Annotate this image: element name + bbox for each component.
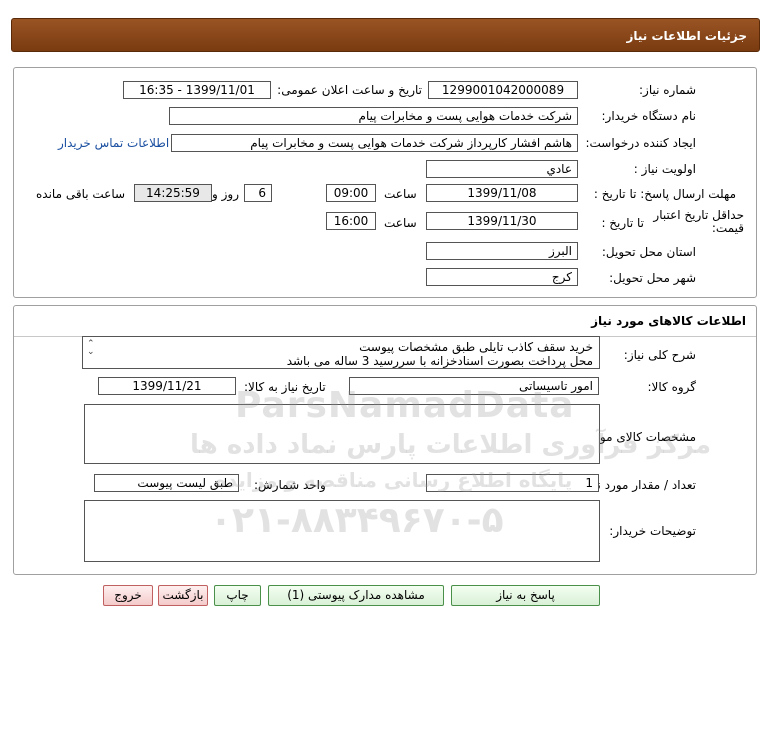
deadline-time-field: 09:00 [326,184,376,202]
days-suffix: روز و [212,187,239,201]
requester-label: ایجاد کننده درخواست: [585,136,696,150]
qty-field: 1 [426,474,599,492]
contact-buyer-link[interactable]: اطلاعات تماس خریدار [58,136,169,150]
need-info-panel: شماره نیاز: 1299001042000089 تاریخ و ساع… [13,67,757,298]
page-header: جزئیات اطلاعات نیاز [11,18,760,52]
unit-field: طبق لیست پیوست [94,474,239,492]
specs-textarea[interactable] [84,404,600,464]
print-button[interactable]: چاپ [214,585,261,606]
goods-section-title: اطلاعات کالاهای مورد نیاز [591,314,746,328]
remaining-label: ساعت باقی مانده [36,187,126,201]
buyer-org-label: نام دستگاه خریدار: [601,109,697,123]
group-label: گروه کالا: [647,380,697,394]
buyer-org-field: شرکت خدمات هوایی پست و مخابرات پیام [169,107,578,125]
deadline-date-field: 1399/11/08 [426,184,578,202]
deadline-label: مهلت ارسال پاسخ: تا تاریخ : [593,187,736,201]
validity-label: حداقل تاریخ اعتبار قیمت: [653,208,744,235]
need-number-label: شماره نیاز: [639,83,696,97]
attachments-button[interactable]: مشاهده مدارک پیوستی (1) [268,585,444,606]
summary-line-1: خرید سقف کاذب تایلی طبق مشخصات پیوست [359,340,593,354]
remaining-time-field: 14:25:59 [134,184,212,202]
goods-panel: اطلاعات کالاهای مورد نیاز شرح کلی نیاز: … [13,305,757,575]
back-button[interactable]: بازگشت [158,585,208,606]
validity-to-label: تا تاریخ : [601,216,644,230]
requester-field: هاشم افشار کارپرداز شرکت خدمات هوایی پست… [171,134,578,152]
city-label: شهر محل تحویل: [609,271,696,285]
province-label: استان محل تحویل: [601,245,696,259]
city-field: کرج [426,268,578,286]
priority-label: اولویت نیاز : [633,162,696,176]
need-date-field: 1399/11/21 [98,377,236,395]
validity-time-label: ساعت [384,216,417,230]
page-title: جزئیات اطلاعات نیاز [626,29,747,43]
summary-line-2: محل پرداخت بصورت اسنادخزانه با سررسید 3 … [286,354,593,368]
resize-icon: ⌃ ⌄ [87,339,95,357]
province-field: البرز [426,242,578,260]
buyer-notes-label: توضیحات خریدار: [609,524,696,538]
group-field: امور تاسیساتی [349,377,599,395]
summary-textarea[interactable]: خرید سقف کاذب تایلی طبق مشخصات پیوست محل… [82,336,600,369]
validity-time-field: 16:00 [326,212,376,230]
exit-button[interactable]: خروج [103,585,153,606]
announce-field: 1399/11/01 - 16:35 [123,81,271,99]
reply-button[interactable]: پاسخ به نیاز [451,585,600,606]
buyer-notes-textarea[interactable] [84,500,600,562]
validity-date-field: 1399/11/30 [426,212,578,230]
summary-label: شرح کلی نیاز: [623,348,696,362]
need-date-label: تاریخ نیاز به کالا: [244,380,326,394]
need-number-field: 1299001042000089 [428,81,578,99]
announce-label: تاریخ و ساعت اعلان عمومی: [277,83,422,97]
unit-label: واحد شمارش: [254,478,326,492]
days-field: 6 [244,184,272,202]
priority-field: عادي [426,160,578,178]
deadline-time-label: ساعت [384,187,417,201]
